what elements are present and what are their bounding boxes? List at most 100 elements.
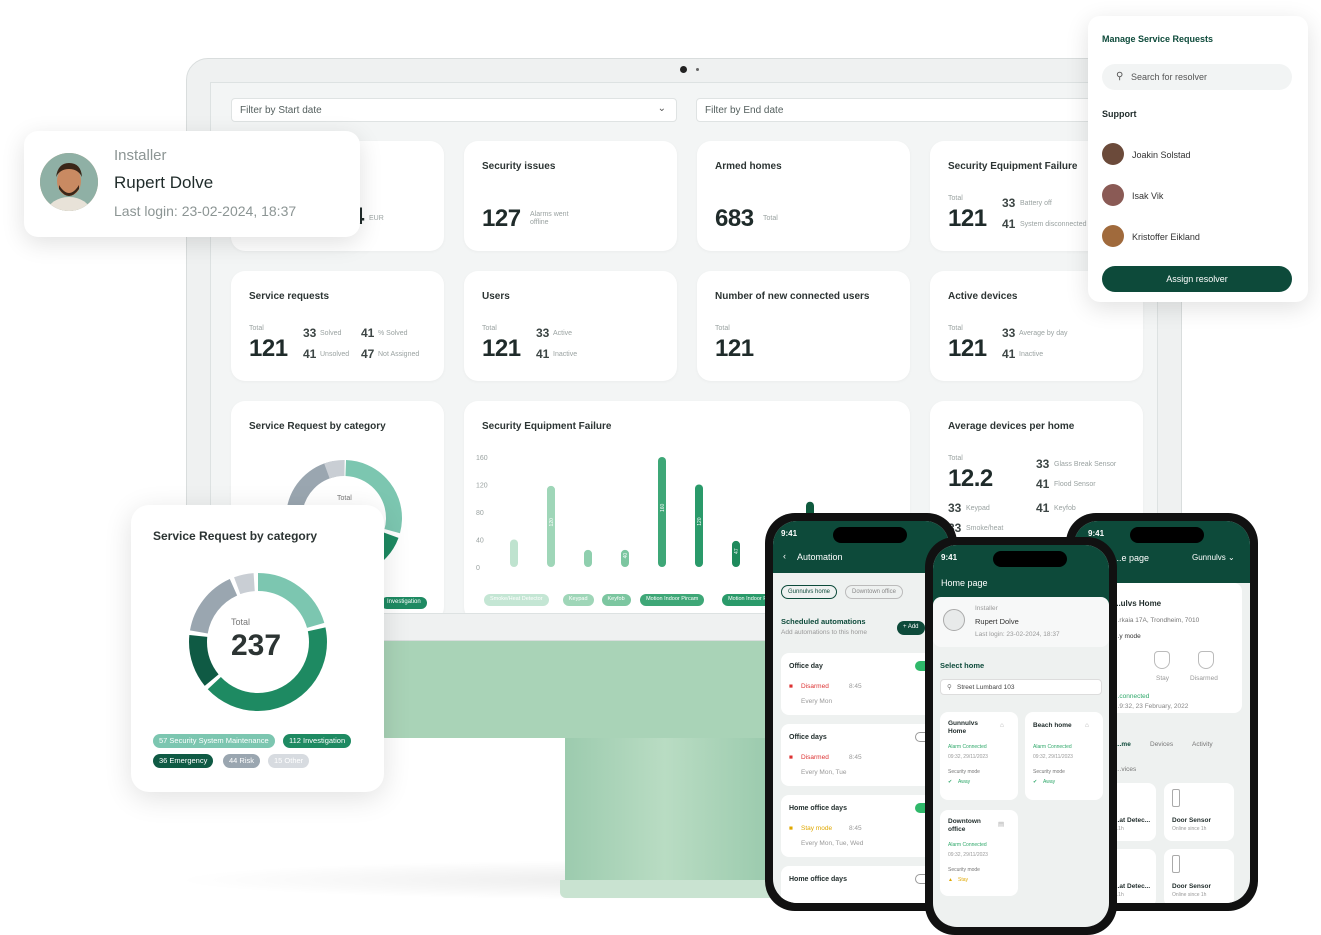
shield-icon: ■ [789, 825, 793, 832]
tab-home[interactable]: ...me [1116, 741, 1131, 748]
scheduled-automations-title: Scheduled automations [781, 617, 866, 626]
home-card[interactable]: Beach home ⌂ Alarm Connected 09:32, 29/1… [1025, 712, 1103, 800]
total-label: Total [715, 325, 730, 332]
bar-data-label: 120 [697, 517, 703, 526]
security-issues-card[interactable]: Security issues 127 Alarms went offline [464, 141, 677, 251]
home-card[interactable]: Downtown office ▤ Alarm Connected 09:32,… [940, 810, 1018, 896]
legend-pill-other: 15 Other [268, 754, 310, 768]
chip-downtown-office[interactable]: Downtown office [845, 585, 903, 599]
installer-name: Rupert Dolve [114, 173, 214, 192]
home-card-name: Beach home [1033, 722, 1072, 729]
home-dropdown[interactable]: Gunnulvs ⌄ [1192, 553, 1235, 562]
home-search-value: Street Lumbard 103 [957, 684, 1015, 691]
resolver-item[interactable]: Kristoffer Eikland [1102, 225, 1292, 247]
automation-item[interactable]: Office days ■ Disarmed 8:45 Every Mon, T… [781, 724, 949, 786]
battery-off-value: 33 [1002, 196, 1016, 210]
glass-break-value: 33 [1036, 457, 1050, 471]
avatar [1102, 143, 1124, 165]
select-home-title: Select home [940, 661, 985, 670]
automation-time: 8:45 [849, 754, 862, 761]
percent-solved-label: % Solved [378, 330, 408, 337]
active-users-label: Active [553, 330, 573, 337]
installer-role: Installer [975, 605, 998, 612]
check-icon: ✔ [1033, 779, 1038, 785]
chip-gunnulvs-home[interactable]: Gunnulvs home [781, 585, 838, 599]
automation-item[interactable]: Home office days ■ Stay mode 8:45 Every … [781, 795, 949, 857]
automation-item[interactable]: Home office days [781, 866, 949, 903]
home-card-status: Alarm Connected [948, 744, 987, 750]
add-automation-button[interactable]: + Add [897, 621, 925, 635]
legend-tag: Smoke/Heat Detector [484, 594, 549, 606]
y-tick-label: 120 [476, 483, 488, 490]
service-requests-card[interactable]: Service requests Total 121 33 Solved 41 … [231, 271, 444, 381]
resolver-name: Isak Vik [1132, 191, 1164, 201]
tab-devices[interactable]: Devices [1150, 741, 1173, 748]
total-label: Total [249, 325, 264, 332]
installer-last-login: Last login: 23-02-2024, 18:37 [114, 203, 297, 219]
armed-homes-card[interactable]: Armed homes 683 Total [697, 141, 910, 251]
avatar [1102, 184, 1124, 206]
legend-pill-risk: 44 Risk [223, 754, 261, 768]
home-card-mode: Stay [958, 877, 969, 883]
investigation-tag: Investigation [381, 597, 427, 609]
filter-end-label: Filter by End date [705, 105, 784, 116]
stay-mode-icon[interactable] [1154, 651, 1170, 669]
home-name: ...ulvs Home [1114, 599, 1162, 608]
total-label: Total [482, 325, 497, 332]
home-card[interactable]: Gunnulvs Home ⌂ Alarm Connected 09:32, 2… [940, 712, 1018, 800]
automation-title: Office days [789, 734, 827, 741]
back-arrow-icon[interactable]: ‹ [783, 551, 786, 561]
status-time: 9:41 [781, 529, 798, 538]
new-users-card[interactable]: Number of new connected users Total 121 [697, 271, 910, 381]
door-sensor-icon [1172, 855, 1180, 873]
house-icon: ⌂ [1085, 722, 1089, 729]
home-card-date: 09:32, 29/11/2023 [948, 852, 988, 858]
keypad-value: 33 [948, 501, 962, 515]
phone-screen: 9:41 Home page Installer Rupert Dolve La… [933, 545, 1109, 927]
new-users-title: Number of new connected users [715, 291, 870, 302]
home-search-input[interactable]: ⚲ Street Lumbard 103 [940, 679, 1102, 695]
active-devices-value: 121 [948, 335, 987, 362]
device-name: Door Sensor [1172, 883, 1212, 890]
automation-time: 8:45 [849, 683, 862, 690]
avatar [1102, 225, 1124, 247]
installer-login: Last login: 23-02-2024, 18:37 [975, 631, 1060, 638]
home-card-date: 09:32, 29/11/2023 [948, 754, 988, 760]
phone-header-title: ...e page [1114, 553, 1150, 563]
resolver-search-input[interactable]: ⚲ Search for resolver [1102, 64, 1292, 90]
automation-days: Every Mon [801, 698, 833, 705]
automation-item[interactable]: Office day ■ Disarmed 8:45 Every Mon [781, 653, 949, 715]
automation-title: Home office days [789, 876, 847, 883]
search-icon: ⚲ [1116, 71, 1124, 82]
users-card[interactable]: Users Total 121 33 Active 41 Inactive [464, 271, 677, 381]
home-card-date: 09:32, 29/11/2023 [1033, 754, 1073, 760]
tab-activity[interactable]: Activity [1192, 741, 1213, 748]
resolver-name: Joakin Solstad [1132, 150, 1191, 160]
filter-end-date[interactable]: Filter by End date [696, 98, 1142, 122]
resolver-item[interactable]: Joakin Solstad [1102, 143, 1292, 165]
shield-icon: ■ [789, 754, 793, 761]
resolver-item[interactable]: Isak Vik [1102, 184, 1292, 206]
filter-start-date[interactable]: Filter by Start date ⌄ [231, 98, 677, 122]
average-by-day-value: 33 [1002, 326, 1016, 340]
device-card[interactable]: Door Sensor Online since 1h [1164, 849, 1234, 903]
unsolved-label: Unsolved [320, 351, 350, 358]
home-card-mode-label: Security mode [1033, 769, 1065, 775]
phone-header-title: Home page [941, 578, 988, 588]
avatar-portrait [40, 153, 98, 211]
support-section-title: Support [1102, 109, 1137, 119]
monitor-chin-panel [380, 640, 800, 738]
keypad-label: Keypad [966, 505, 990, 512]
inactive-users-value: 41 [536, 347, 550, 361]
assign-resolver-button[interactable]: Assign resolver [1102, 266, 1292, 292]
automation-title: Home office days [789, 805, 847, 812]
y-tick-label: 0 [476, 565, 480, 572]
device-card[interactable]: Door Sensor Online since 1h [1164, 783, 1234, 841]
disarmed-mode-icon[interactable] [1198, 651, 1214, 669]
sr-category-card[interactable]: Service Request by category Total 237 57… [131, 505, 384, 792]
connection-status: ...connected [1114, 693, 1150, 700]
users-title: Users [482, 291, 510, 302]
smoke-heat-label: Smoke/heat [966, 525, 1004, 532]
devices-label: ...vices [1116, 766, 1137, 773]
installer-card[interactable]: Installer Rupert Dolve Last login: 23-02… [24, 131, 360, 237]
